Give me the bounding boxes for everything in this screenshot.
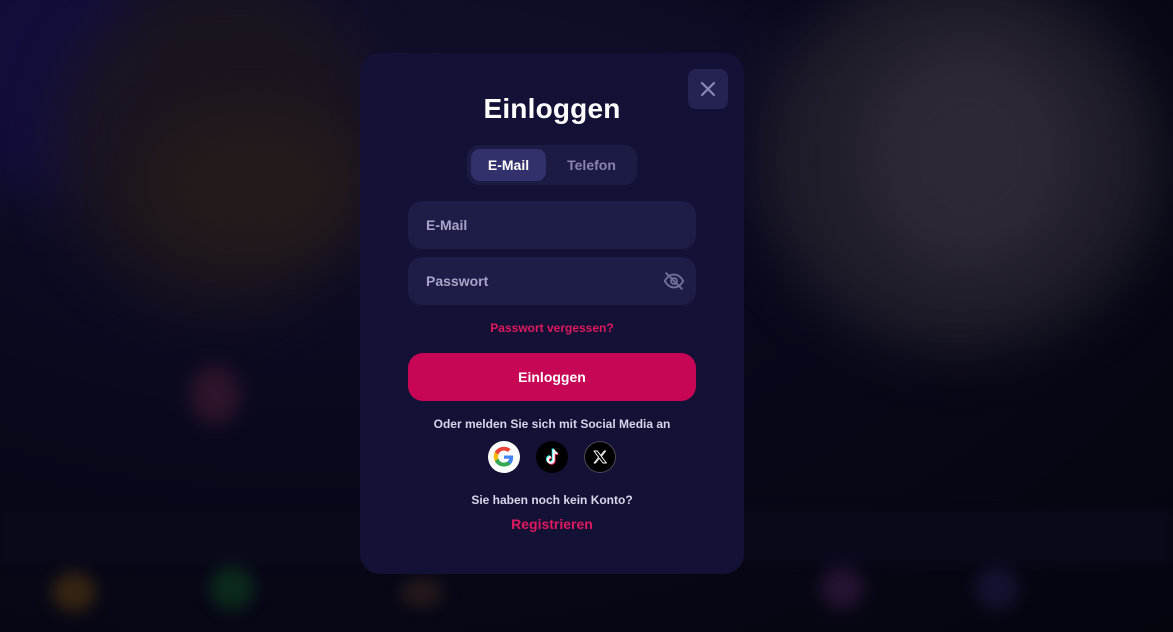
login-method-tabs: E-Mail Telefon (467, 145, 637, 185)
password-input[interactable] (424, 272, 660, 290)
tiktok-login-button[interactable] (536, 441, 568, 473)
google-icon (493, 446, 514, 467)
social-login-prompt: Oder melden Sie sich mit Social Media an (433, 417, 671, 431)
eye-off-icon (663, 272, 685, 290)
x-login-button[interactable] (584, 441, 616, 473)
email-field (408, 201, 696, 249)
password-field (408, 257, 696, 305)
password-visibility-toggle[interactable] (660, 267, 688, 295)
register-link[interactable]: Registrieren (360, 516, 744, 532)
forgot-password-link[interactable]: Passwort vergessen? (360, 321, 744, 335)
tiktok-icon (545, 448, 559, 465)
no-account-text: Sie haben noch kein Konto? (471, 493, 633, 507)
tab-phone[interactable]: Telefon (550, 149, 633, 181)
login-modal: Einloggen E-Mail Telefon Passwort verges… (360, 53, 744, 574)
login-button[interactable]: Einloggen (408, 353, 696, 401)
x-icon (593, 450, 607, 464)
tab-email[interactable]: E-Mail (471, 149, 546, 181)
modal-title: Einloggen (483, 93, 621, 124)
google-login-button[interactable] (488, 441, 520, 473)
email-input[interactable] (424, 216, 680, 234)
social-login-buttons (360, 441, 744, 473)
